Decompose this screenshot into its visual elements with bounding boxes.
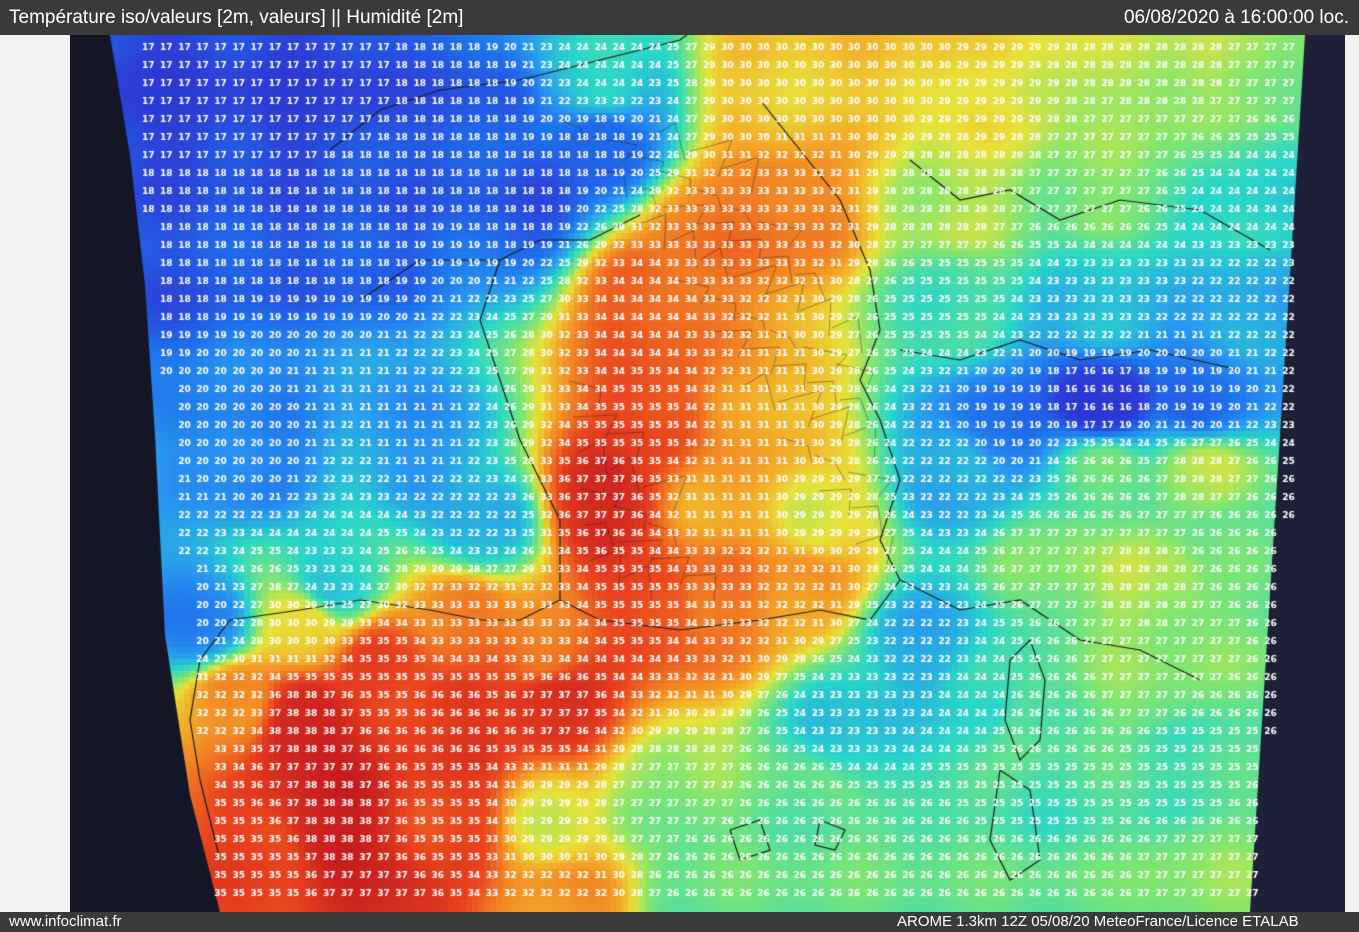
site-link[interactable]: www.infoclimat.fr (9, 914, 122, 930)
temperature-map (70, 35, 1345, 912)
map-datetime: 06/08/2020 à 16:00:00 loc. (1123, 7, 1349, 28)
footer-bar: www.infoclimat.fr AROME 1.3km 12Z 05/08/… (0, 912, 1359, 932)
right-margin (1345, 35, 1359, 912)
model-credits: AROME 1.3km 12Z 05/08/20 MeteoFrance/Lic… (897, 913, 1299, 930)
header-bar: Température iso/valeurs [2m, valeurs] ||… (0, 0, 1359, 35)
left-margin (0, 35, 70, 912)
map-title: Température iso/valeurs [2m, valeurs] ||… (9, 7, 464, 28)
